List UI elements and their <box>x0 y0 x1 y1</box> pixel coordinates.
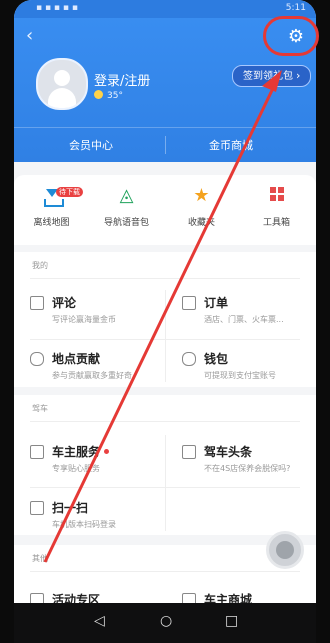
recents-square-icon[interactable]: □ <box>225 613 238 629</box>
divider <box>30 421 300 422</box>
tab-coin-mall[interactable]: 金币商城 <box>209 137 253 153</box>
notification-dot <box>104 449 110 454</box>
item-title: 评论 <box>52 296 77 310</box>
item-title: 驾车头条 <box>204 445 253 459</box>
back-triangle-icon[interactable]: ◁ <box>94 613 105 629</box>
quick-label: 离线地图 <box>33 218 70 228</box>
item-title: 扫一扫 <box>52 501 89 515</box>
toolbox-icon <box>266 185 288 207</box>
scan-icon <box>30 501 44 515</box>
section-title: 其他 <box>32 554 48 563</box>
order-icon <box>182 296 196 310</box>
sun-icon <box>94 90 103 99</box>
item-review[interactable]: 评论 写评论赢海量金币 <box>14 294 159 330</box>
item-title: 钱包 <box>204 352 229 366</box>
quick-toolbox[interactable]: 工具箱 <box>239 185 314 228</box>
item-subtitle: 可提现到支付宝账号 <box>204 371 276 380</box>
quick-favorites[interactable]: ★ 收藏夹 <box>164 185 239 228</box>
comment-icon <box>30 296 44 310</box>
quick-label: 收藏夹 <box>187 218 215 228</box>
item-subtitle: 不在4S店保养会脱保吗? <box>204 464 291 473</box>
signin-label: 签到领礼包 <box>243 71 293 82</box>
news-icon <box>182 445 196 459</box>
quick-actions: 离线地图 待下载 ◬ 导航语音包 ★ 收藏夹 工具箱 <box>14 175 316 245</box>
quick-voice-pack[interactable]: ◬ 导航语音包 <box>89 185 164 228</box>
divider <box>30 278 300 279</box>
item-poi-contribution[interactable]: 地点贡献 参与贡献赢取多重好奇 <box>14 350 159 386</box>
tab-divider <box>165 136 166 154</box>
item-wallet[interactable]: 钱包 可提现到支付宝账号 <box>166 350 311 386</box>
wallet-icon <box>182 352 196 366</box>
back-arrow-icon[interactable]: ‹ <box>26 27 42 45</box>
quick-label: 导航语音包 <box>103 218 149 228</box>
tab-member-center[interactable]: 会员中心 <box>69 137 113 153</box>
item-subtitle: 酒店、门票、火车票... <box>204 315 284 324</box>
weather-temp: 35° <box>94 90 123 101</box>
pending-download-badge: 待下载 <box>56 187 83 197</box>
location-icon <box>30 352 44 366</box>
item-subtitle: 写评论赢海量金币 <box>52 315 116 324</box>
floating-assistive-button[interactable] <box>266 531 304 569</box>
login-register-link[interactable]: 登录/注册 <box>94 70 150 89</box>
quick-offline-map[interactable]: 离线地图 待下载 <box>14 185 89 228</box>
annotation-circle <box>263 16 319 56</box>
item-order[interactable]: 订单 酒店、门票、火车票... <box>166 294 311 330</box>
divider <box>30 571 300 572</box>
item-scan[interactable]: 扫一扫 车机版本扫码登录 <box>14 499 159 535</box>
home-circle-icon[interactable]: ○ <box>160 613 172 629</box>
signin-gift-button[interactable]: 签到领礼包 › <box>232 65 312 87</box>
status-icons: ▪ ▪ ▪ ▪ ▪ <box>36 3 78 13</box>
section-title: 我的 <box>32 261 48 270</box>
item-drive-news[interactable]: 驾车头条 不在4S店保养会脱保吗? <box>166 443 311 479</box>
section-mine: 我的 评论 写评论赢海量金币 订单 酒店、门票、火车票... 地点贡献 参与贡献… <box>14 252 316 387</box>
voice-broadcast-icon: ◬ <box>119 185 134 206</box>
avatar[interactable] <box>36 58 88 110</box>
member-tabs: 会员中心 金币商城 <box>14 127 316 162</box>
column-divider <box>165 435 166 531</box>
item-subtitle: 专享贴心服务 <box>52 464 100 473</box>
item-title: 订单 <box>204 296 229 310</box>
car-icon <box>30 445 44 459</box>
column-divider <box>165 290 166 382</box>
temp-text: 35° <box>107 91 123 101</box>
status-time: 5:11 <box>285 3 306 13</box>
status-bar: ▪ ▪ ▪ ▪ ▪ 5:11 <box>14 0 316 18</box>
section-title: 驾车 <box>32 404 48 413</box>
chevron-right-icon: › <box>296 69 301 82</box>
item-title: 车主服务 <box>52 443 110 460</box>
star-icon: ★ <box>193 185 210 206</box>
item-subtitle: 车机版本扫码登录 <box>52 520 116 529</box>
quick-label: 工具箱 <box>262 218 290 228</box>
item-title-text: 车主服务 <box>52 445 101 459</box>
item-subtitle: 参与贡献赢取多重好奇 <box>52 371 132 380</box>
android-nav-bar: ◁ ○ □ <box>14 603 316 643</box>
section-drive: 驾车 车主服务 专享贴心服务 驾车头条 不在4S店保养会脱保吗? 扫一扫 车机版… <box>14 395 316 535</box>
item-car-service[interactable]: 车主服务 专享贴心服务 <box>14 443 159 479</box>
item-title: 地点贡献 <box>52 352 101 366</box>
